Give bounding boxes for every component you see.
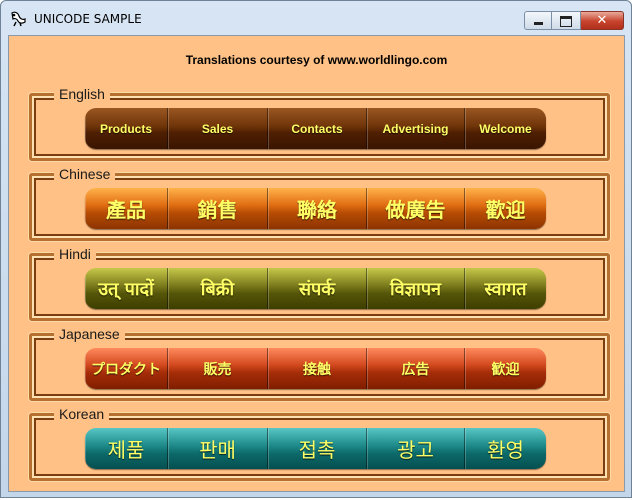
chinese-products-button[interactable]: 產品 bbox=[85, 188, 168, 229]
chinese-sales-button[interactable]: 銷售 bbox=[168, 188, 268, 229]
maximize-icon bbox=[560, 16, 572, 27]
close-button[interactable]: ✕ bbox=[581, 11, 624, 30]
korean-contacts-button[interactable]: 접촉 bbox=[268, 428, 367, 469]
chinese-welcome-button[interactable]: 歡迎 bbox=[465, 188, 546, 229]
group-hindi: Hindi उत् पादों बिक्री संपर्क विज्ञापन स… bbox=[29, 246, 610, 321]
client-area: Translations courtesy of www.worldlingo.… bbox=[8, 35, 625, 492]
group-chinese: Chinese 產品 銷售 聯絡 做廣告 歡迎 bbox=[29, 166, 610, 241]
hindi-sales-button[interactable]: बिक्री bbox=[168, 268, 268, 309]
english-sales-button[interactable]: Sales bbox=[168, 108, 268, 149]
minimize-button[interactable] bbox=[524, 11, 552, 30]
japanese-sales-button[interactable]: 販売 bbox=[168, 348, 268, 389]
chinese-advertising-button[interactable]: 做廣告 bbox=[367, 188, 465, 229]
hindi-advertising-button[interactable]: विज्ञापन bbox=[367, 268, 465, 309]
english-advertising-button[interactable]: Advertising bbox=[367, 108, 465, 149]
close-icon: ✕ bbox=[596, 13, 608, 28]
group-legend: Chinese bbox=[54, 166, 116, 182]
japanese-products-button[interactable]: プロダクト bbox=[85, 348, 168, 389]
english-button-bar: Products Sales Contacts Advertising Welc… bbox=[85, 108, 546, 149]
japanese-advertising-button[interactable]: 広告 bbox=[367, 348, 465, 389]
korean-welcome-button[interactable]: 환영 bbox=[465, 428, 546, 469]
chinese-button-bar: 產品 銷售 聯絡 做廣告 歡迎 bbox=[85, 188, 546, 229]
credit-line: Translations courtesy of www.worldlingo.… bbox=[185, 53, 448, 67]
group-legend: Japanese bbox=[54, 326, 125, 342]
minimize-icon bbox=[534, 22, 543, 25]
app-icon[interactable] bbox=[10, 11, 27, 27]
english-welcome-button[interactable]: Welcome bbox=[465, 108, 546, 149]
hindi-products-button[interactable]: उत् पादों bbox=[85, 268, 168, 309]
group-legend: English bbox=[54, 86, 110, 102]
korean-advertising-button[interactable]: 광고 bbox=[367, 428, 465, 469]
hindi-contacts-button[interactable]: संपर्क bbox=[268, 268, 367, 309]
korean-button-bar: 제품 판매 접촉 광고 환영 bbox=[85, 428, 546, 469]
app-window: UNICODE SAMPLE ✕ Translations courtesy o… bbox=[0, 0, 632, 498]
korean-products-button[interactable]: 제품 bbox=[85, 428, 168, 469]
group-english: English Products Sales Contacts Advertis… bbox=[29, 86, 610, 161]
chinese-contacts-button[interactable]: 聯絡 bbox=[268, 188, 367, 229]
title-bar[interactable]: UNICODE SAMPLE ✕ bbox=[1, 1, 631, 35]
group-korean: Korean 제품 판매 접촉 광고 환영 bbox=[29, 406, 610, 481]
japanese-contacts-button[interactable]: 接触 bbox=[268, 348, 367, 389]
english-contacts-button[interactable]: Contacts bbox=[268, 108, 367, 149]
maximize-button[interactable] bbox=[552, 11, 581, 30]
japanese-button-bar: プロダクト 販売 接触 広告 歓迎 bbox=[85, 348, 546, 389]
english-products-button[interactable]: Products bbox=[85, 108, 168, 149]
hindi-button-bar: उत् पादों बिक्री संपर्क विज्ञापन स्वागत bbox=[85, 268, 546, 309]
japanese-welcome-button[interactable]: 歓迎 bbox=[465, 348, 546, 389]
window-title: UNICODE SAMPLE bbox=[34, 12, 142, 26]
group-japanese: Japanese プロダクト 販売 接触 広告 歓迎 bbox=[29, 326, 610, 401]
hindi-welcome-button[interactable]: स्वागत bbox=[465, 268, 546, 309]
group-legend: Hindi bbox=[54, 246, 96, 262]
group-legend: Korean bbox=[54, 406, 110, 422]
korean-sales-button[interactable]: 판매 bbox=[168, 428, 268, 469]
